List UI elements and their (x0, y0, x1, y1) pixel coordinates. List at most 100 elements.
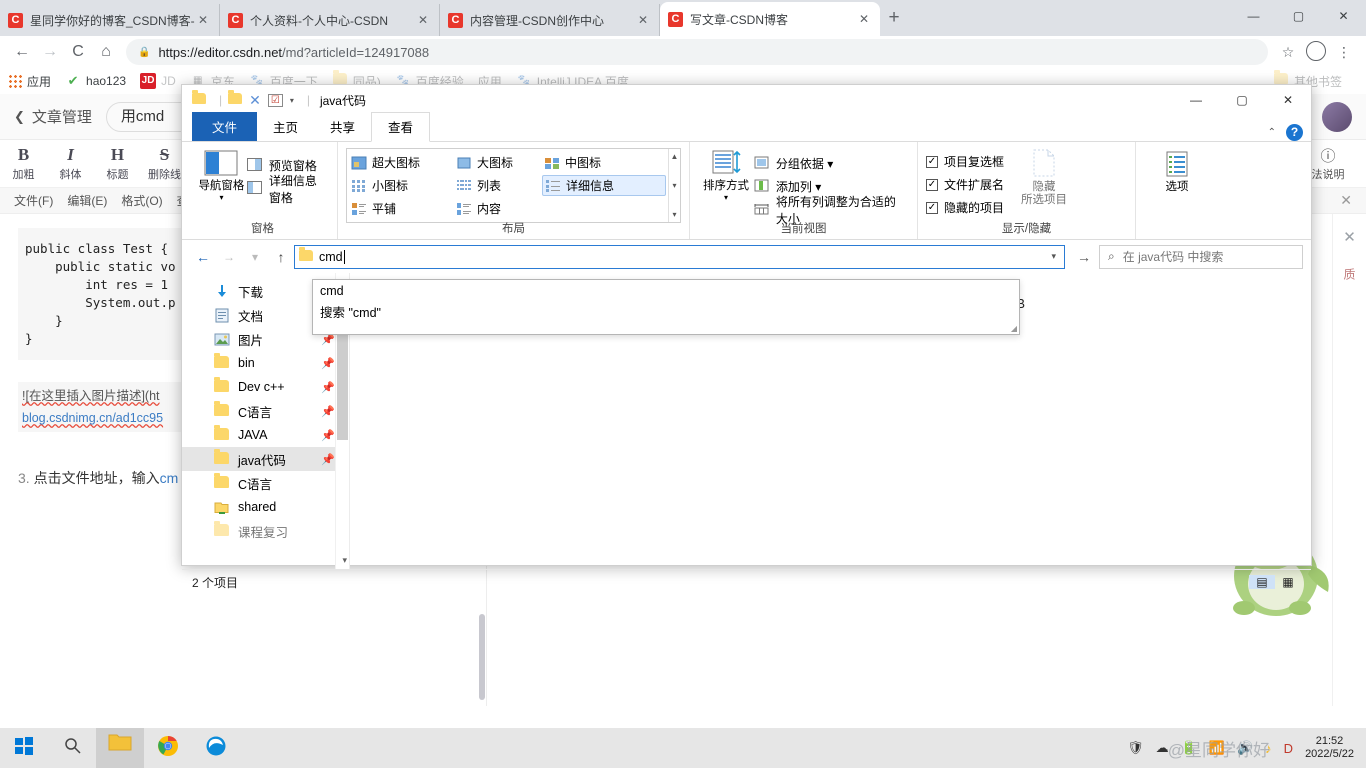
new-tab-button[interactable]: + (880, 5, 908, 33)
properties-icon[interactable]: ☑ (267, 93, 283, 107)
ribbon-tab-share[interactable]: 共享 (314, 113, 371, 141)
layout-option-medium[interactable]: 中图标 (544, 154, 664, 171)
up-icon[interactable]: ↑ (268, 249, 294, 265)
chevron-down-icon[interactable]: ▾ (290, 96, 294, 105)
delete-icon[interactable]: ✕ (249, 92, 261, 109)
chevron-down-icon[interactable]: ▾ (196, 193, 247, 202)
back-icon[interactable]: ← (190, 249, 216, 265)
menu-edit[interactable]: 编辑(E) (67, 192, 107, 209)
navigation-pane-button[interactable]: 导航窗格 ▾ (196, 146, 247, 202)
size-all-columns-button[interactable]: 将所有列调整为合适的大小 (754, 195, 909, 226)
pin-icon[interactable]: 📌 (321, 429, 335, 442)
nav-item-course-review[interactable]: 课程复习 (182, 519, 349, 543)
details-view-button[interactable]: ▤ (1249, 575, 1275, 589)
browser-tab-2[interactable]: C 内容管理-CSDN创作中心 ✕ (440, 4, 660, 36)
nav-item-dev-cpp[interactable]: Dev c++ 📌 (182, 375, 349, 399)
home-icon[interactable]: ⌂ (92, 43, 120, 61)
bookmark-hao123[interactable]: ✔ hao123 (65, 73, 127, 89)
item-checkboxes-option[interactable]: ✓ 项目复选框 (926, 150, 1004, 173)
layout-option-content[interactable]: 内容 (456, 200, 544, 217)
menu-file[interactable]: 文件(F) (14, 192, 53, 209)
cloud-icon[interactable]: ☁ (1156, 740, 1169, 756)
layout-option-details[interactable]: 详细信息 (542, 175, 666, 196)
scrollbar-thumb[interactable] (337, 325, 348, 440)
close-window-icon[interactable]: ✕ (1321, 0, 1366, 32)
browser-tab-0[interactable]: C 星同学你好的博客_CSDN博客-C ✕ (0, 4, 220, 36)
hidden-items-option[interactable]: ✓ 隐藏的项目 (926, 196, 1004, 219)
chevron-down-icon[interactable]: ▾ (698, 193, 754, 202)
layout-option-list[interactable]: 列表 (456, 177, 544, 194)
close-icon[interactable]: ✕ (856, 12, 872, 26)
nav-item-java-code[interactable]: java代码 📌 (182, 447, 349, 471)
nav-item-java[interactable]: JAVA 📌 (182, 423, 349, 447)
checkbox-icon[interactable]: ✓ (926, 155, 938, 168)
bold-button[interactable]: B 加粗 (0, 145, 47, 182)
pin-icon[interactable]: 📌 (321, 357, 335, 370)
resize-grip[interactable]: ◢ (1011, 324, 1017, 333)
bookmark-star-icon[interactable]: ☆ (1274, 44, 1302, 61)
address-bar[interactable]: 🔒 https://editor.csdn.net/md?articleId=1… (126, 39, 1268, 65)
nav-item-c-language[interactable]: C语言 📌 (182, 399, 349, 423)
close-icon[interactable]: ✕ (1265, 85, 1311, 115)
security-icon[interactable]: 🛡 (1127, 740, 1144, 756)
taskbar-edge[interactable] (192, 735, 240, 762)
user-avatar[interactable] (1322, 101, 1352, 132)
profile-avatar[interactable] (1302, 40, 1330, 64)
explorer-search-input[interactable]: ⌕ 在 java代码 中搜索 (1099, 244, 1303, 269)
minimize-icon[interactable]: — (1173, 85, 1219, 115)
heading-button[interactable]: H 标题 (94, 145, 141, 182)
close-icon[interactable]: ✕ (1340, 192, 1352, 209)
new-folder-icon[interactable] (228, 90, 243, 107)
go-icon[interactable]: → (1069, 249, 1099, 265)
layout-option-small[interactable]: 小图标 (351, 177, 456, 194)
minimize-icon[interactable]: — (1231, 0, 1276, 32)
browser-tab-3[interactable]: C 写文章-CSDN博客 ✕ (660, 2, 880, 36)
layout-gallery-scrollbar[interactable]: ▲ ▾ ▾ (668, 149, 680, 222)
address-path-input[interactable]: cmd ▾ (294, 244, 1065, 269)
back-to-article-management[interactable]: ❮ 文章管理 (14, 106, 92, 127)
scroll-up-icon[interactable]: ▲ (671, 152, 679, 161)
address-autocomplete-dropdown[interactable]: cmd 搜索 "cmd" ◢ (312, 279, 1020, 335)
pin-icon[interactable]: 📌 (321, 453, 335, 466)
maximize-icon[interactable]: ▢ (1219, 85, 1265, 115)
layout-option-tiles[interactable]: 平铺 (351, 200, 456, 217)
layout-option-extra-large[interactable]: 超大图标 (351, 154, 456, 171)
folder-icon[interactable] (192, 90, 206, 107)
scroll-down-icon[interactable]: ▾ (672, 181, 676, 190)
close-icon[interactable]: ✕ (1343, 228, 1356, 246)
explorer-titlebar[interactable]: | ✕ ☑ ▾ | java代码 — ▢ ✕ (182, 85, 1311, 115)
preview-scrollbar[interactable] (479, 614, 485, 700)
help-icon[interactable]: ? (1286, 124, 1303, 141)
dictionary-icon[interactable]: D (1284, 741, 1293, 756)
close-icon[interactable]: ✕ (195, 13, 211, 27)
maximize-icon[interactable]: ▢ (1276, 0, 1321, 32)
group-by-button[interactable]: 分组依据 ▾ (754, 152, 909, 175)
reload-icon[interactable]: C (64, 43, 92, 61)
chevron-down-icon[interactable]: ▾ (1051, 251, 1060, 262)
bookmark-apps[interactable]: 应用 (8, 73, 51, 90)
pin-icon[interactable]: 📌 (321, 381, 335, 394)
details-pane-button[interactable]: 详细信息窗格 (246, 174, 329, 205)
nav-item-c-language-2[interactable]: C语言 (182, 471, 349, 495)
forward-icon[interactable]: → (36, 43, 64, 61)
close-icon[interactable]: ✕ (635, 13, 651, 27)
file-extensions-option[interactable]: ✓ 文件扩展名 (926, 173, 1004, 196)
large-icons-view-button[interactable]: ▦ (1275, 575, 1301, 589)
nav-item-shared[interactable]: shared (182, 495, 349, 519)
taskbar-chrome[interactable] (144, 735, 192, 762)
search-button[interactable] (48, 737, 96, 759)
taskbar-clock[interactable]: 21:52 2022/5/22 (1305, 735, 1354, 761)
autocomplete-item-1[interactable]: 搜索 "cmd" (313, 302, 1019, 324)
ribbon-tab-home[interactable]: 主页 (257, 113, 314, 141)
close-icon[interactable]: ✕ (415, 13, 431, 27)
layout-option-large[interactable]: 大图标 (456, 154, 544, 171)
start-button[interactable] (0, 736, 48, 761)
bookmark-jd[interactable]: JD JD (140, 73, 176, 89)
collapse-ribbon-icon[interactable]: ⌃ (1268, 127, 1276, 138)
scroll-down-icon[interactable]: ▾ (342, 555, 347, 566)
checkbox-icon[interactable]: ✓ (926, 178, 938, 191)
checkbox-icon[interactable]: ✓ (926, 201, 938, 214)
back-icon[interactable]: ← (8, 43, 36, 61)
pin-icon[interactable]: 📌 (321, 405, 335, 418)
taskbar-file-explorer[interactable] (96, 728, 144, 768)
